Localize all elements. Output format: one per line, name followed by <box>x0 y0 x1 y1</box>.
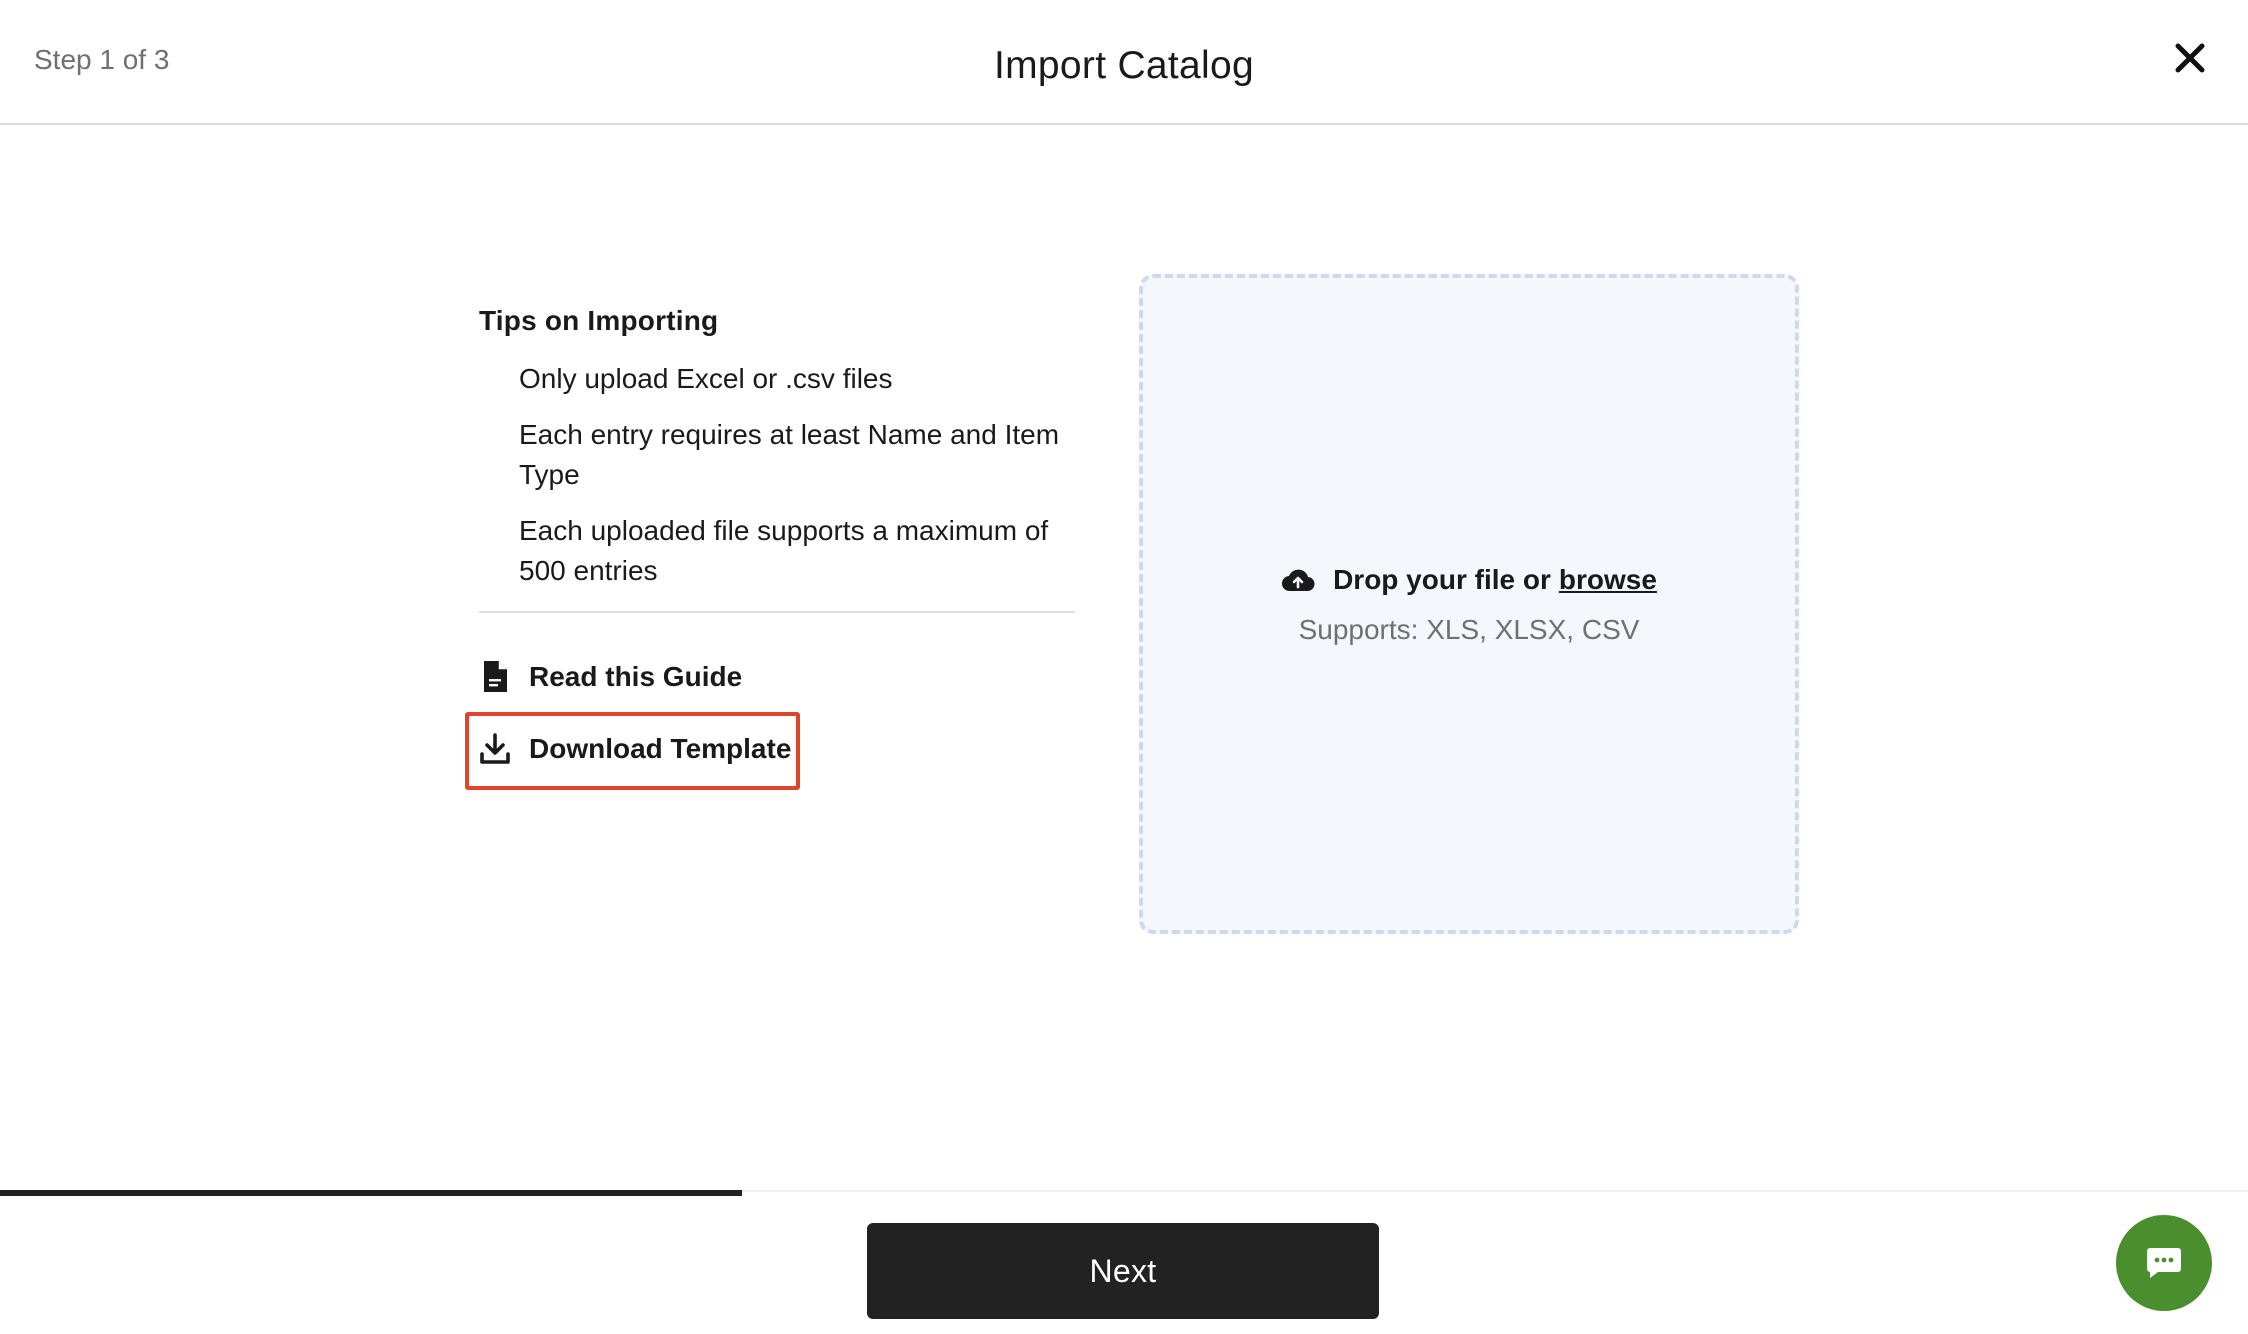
modal-header: Step 1 of 3 Import Catalog <box>0 0 2248 125</box>
divider <box>479 611 1075 613</box>
chat-icon <box>2147 1248 2181 1278</box>
tip-item: Only upload Excel or .csv files <box>519 363 893 394</box>
download-icon <box>480 733 510 764</box>
tip-item: Each uploaded file supports a maximum of… <box>519 515 1049 586</box>
step-progress-fill <box>0 1190 742 1196</box>
next-button[interactable]: Next <box>867 1223 1379 1319</box>
file-dropzone[interactable]: Drop your file or browse Supports: XLS, … <box>1139 274 1799 934</box>
cloud-upload-icon <box>1282 569 1315 592</box>
page-title: Import Catalog <box>994 44 1254 87</box>
read-guide-label: Read this Guide <box>529 661 743 692</box>
tips-section: Tips on Importing Only upload Excel or .… <box>479 305 1075 613</box>
tips-title: Tips on Importing <box>479 305 719 336</box>
drop-prompt: Drop your file or browse <box>1143 564 1795 596</box>
document-icon <box>484 661 507 692</box>
chat-support-button[interactable] <box>2116 1215 2212 1311</box>
close-button[interactable] <box>2170 38 2210 78</box>
download-template-label: Download Template <box>529 733 792 764</box>
step-progress-bar <box>0 1190 2248 1196</box>
drop-prompt-text: Drop your file or <box>1333 564 1551 595</box>
close-icon <box>2175 43 2205 73</box>
download-template-link[interactable]: Download Template <box>479 732 791 766</box>
supported-formats: Supports: XLS, XLSX, CSV <box>1298 614 1640 645</box>
read-guide-link[interactable]: Read this Guide <box>479 660 742 694</box>
browse-link[interactable]: browse <box>1559 564 1657 596</box>
tip-item: Each entry requires at least Name and It… <box>519 419 1060 490</box>
